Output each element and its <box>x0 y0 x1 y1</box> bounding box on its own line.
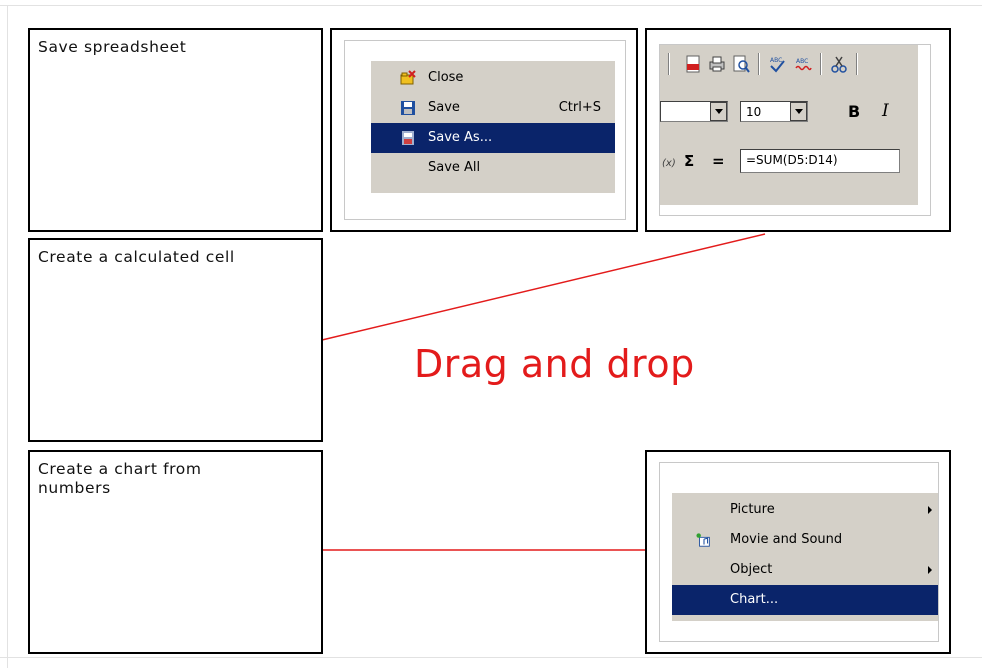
menu-item-label: Object <box>730 562 773 577</box>
menu-item-picture: Picture <box>672 495 938 525</box>
menu-item-label: Close <box>428 70 464 85</box>
menu-item-close: Close <box>371 63 615 93</box>
sum-icon: Σ <box>684 152 695 170</box>
menu-item-save-as: Save As... <box>371 123 615 153</box>
toolbar-row-formatting: 10 B I <box>660 95 918 135</box>
spellcheck-icon: ABC <box>770 57 785 73</box>
formula-toolbar-screenshot: ABC ABC 10 B I (x) Σ = =SUM(D5:D14) <box>659 44 931 216</box>
svg-text:ABC: ABC <box>770 57 782 64</box>
toolbar-separator <box>820 53 822 75</box>
function-wizard-icon: (x) <box>662 158 676 169</box>
insert-menu-screenshot: Picture Movie and Sound Object Chart... <box>659 462 939 642</box>
folder-close-icon <box>400 70 416 85</box>
term-label: Create a chart from numbers <box>38 460 202 497</box>
connector-calculated-cell <box>321 233 766 341</box>
instruction-text: Drag and drop <box>414 342 695 386</box>
submenu-arrow-icon <box>928 506 932 514</box>
menu-item-label: Save As... <box>428 130 493 145</box>
formula-input: =SUM(D5:D14) <box>740 149 900 173</box>
image-card-file-menu[interactable]: Close Save Ctrl+S Save As... Save All <box>330 28 638 232</box>
font-size-value: 10 <box>746 105 762 119</box>
toolbar-row-formula: (x) Σ = =SUM(D5:D14) <box>660 143 918 183</box>
pdf-export-icon <box>686 55 700 73</box>
font-name-dropdown-icon <box>710 102 727 121</box>
image-card-formula-toolbar[interactable]: ABC ABC 10 B I (x) Σ = =SUM(D5:D14) <box>645 28 951 232</box>
save-as-icon <box>402 131 414 145</box>
menu-item-label: Save <box>428 100 460 115</box>
image-card-insert-menu[interactable]: Picture Movie and Sound Object Chart... <box>645 450 951 654</box>
print-icon <box>709 56 725 72</box>
menu-item-object: Object <box>672 555 938 585</box>
menu-item-label: Save All <box>428 160 481 175</box>
equals-icon: = <box>712 152 725 170</box>
menu-item-movie-sound: Movie and Sound <box>672 525 938 555</box>
font-size-dropdown-icon <box>790 102 807 121</box>
menu-item-chart: Chart... <box>672 585 938 615</box>
insert-menu: Picture Movie and Sound Object Chart... <box>672 493 938 621</box>
menu-item-save: Save Ctrl+S <box>371 93 615 123</box>
cut-icon <box>831 56 847 73</box>
movie-sound-icon <box>696 533 710 547</box>
italic-icon: I <box>882 101 889 121</box>
svg-text:ABC: ABC <box>796 58 808 65</box>
auto-spellcheck-icon: ABC <box>795 58 812 71</box>
svg-text:(x): (x) <box>662 158 676 169</box>
print-preview-icon <box>733 55 750 73</box>
file-menu: Close Save Ctrl+S Save As... Save All <box>371 61 615 193</box>
toolbar-separator <box>758 53 760 75</box>
floppy-disk-icon <box>401 101 415 115</box>
file-menu-screenshot: Close Save Ctrl+S Save As... Save All <box>344 40 626 220</box>
menu-item-label: Chart... <box>730 592 779 607</box>
term-box-chart-from-numbers[interactable]: Create a chart from numbers <box>28 450 323 654</box>
toolbar-separator <box>668 53 670 75</box>
term-box-save-spreadsheet[interactable]: Save spreadsheet <box>28 28 323 232</box>
formula-toolbar: ABC ABC 10 B I (x) Σ = =SUM(D5:D14) <box>660 45 918 205</box>
menu-item-label: Movie and Sound <box>730 532 843 547</box>
menu-item-label: Picture <box>730 502 775 517</box>
term-label: Create a calculated cell <box>38 248 235 266</box>
formula-value: =SUM(D5:D14) <box>746 153 838 167</box>
submenu-arrow-icon <box>928 566 932 574</box>
menu-item-save-all: Save All <box>371 153 615 183</box>
term-label: Save spreadsheet <box>38 38 187 56</box>
term-box-calculated-cell[interactable]: Create a calculated cell <box>28 238 323 442</box>
bold-icon: B <box>848 102 861 121</box>
toolbar-separator <box>856 53 858 75</box>
menu-item-shortcut: Ctrl+S <box>558 100 601 115</box>
toolbar-row-standard: ABC ABC <box>660 45 918 85</box>
